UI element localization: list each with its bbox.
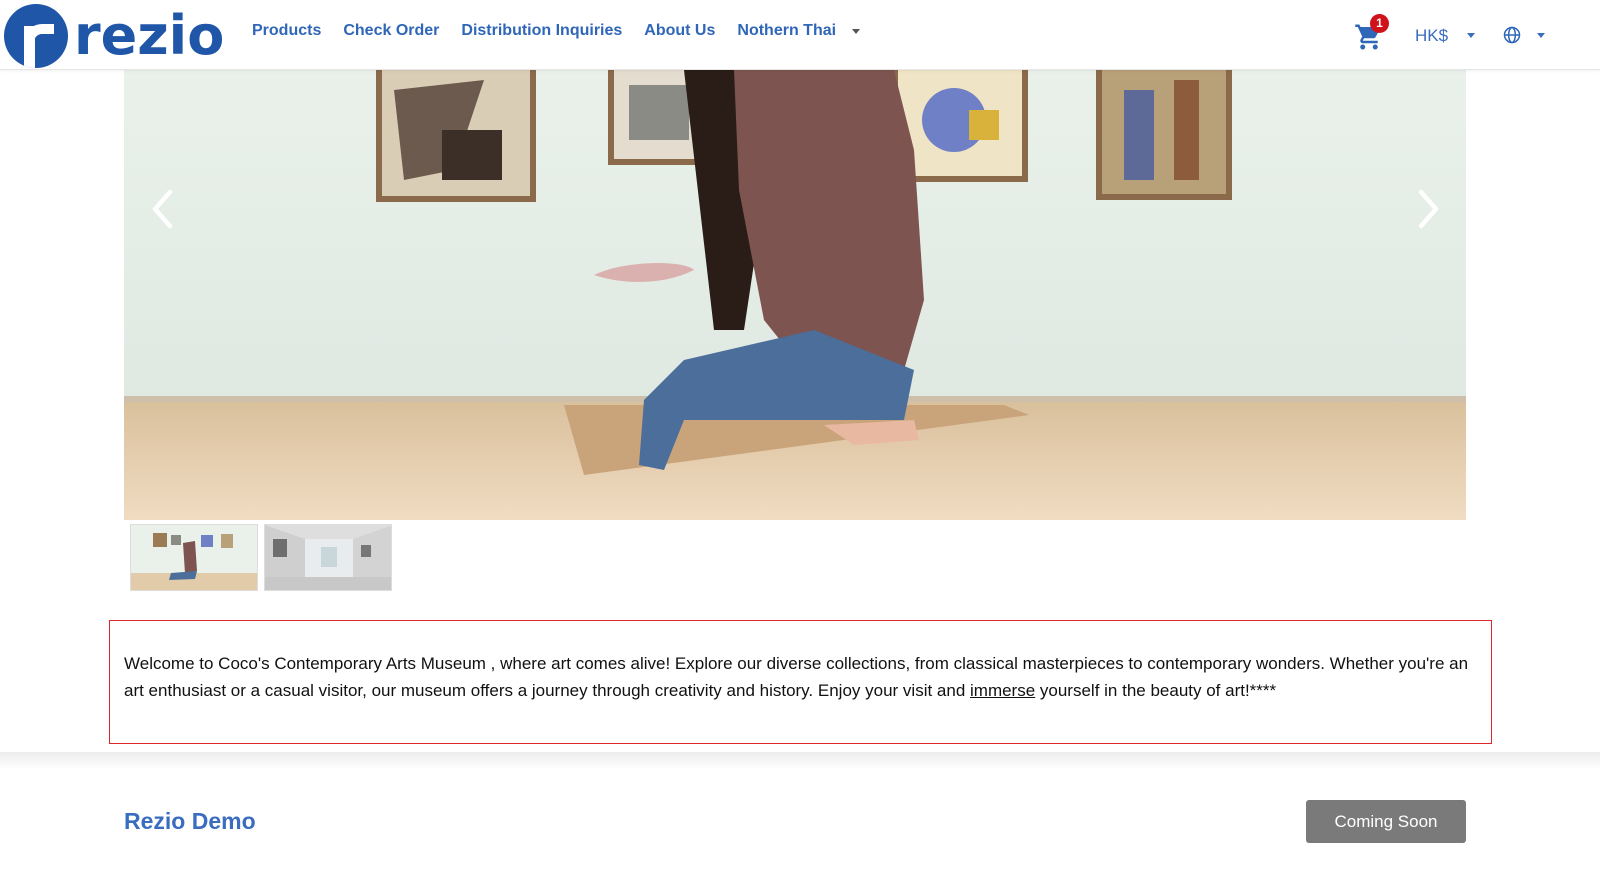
rezio-logo[interactable]: rezio	[4, 4, 224, 68]
thumbnail-2[interactable]	[264, 524, 392, 591]
currency-chevron-down-icon[interactable]	[1467, 33, 1475, 38]
gallery-thumbnails	[130, 524, 392, 591]
footer-divider	[0, 752, 1600, 770]
logo-text: rezio	[74, 4, 225, 67]
nav-nothern-thai[interactable]: Nothern Thai	[737, 22, 836, 40]
main-nav: Products Check Order Distribution Inquir…	[252, 22, 861, 40]
cart-count-badge: 1	[1370, 14, 1389, 33]
description-text: Welcome to Coco's Contemporary Arts Muse…	[124, 651, 1477, 704]
next-slide-chevron-right-icon[interactable]	[1408, 186, 1448, 232]
description-text-end: yourself in the beauty of art!****	[1035, 680, 1277, 700]
nav-products[interactable]: Products	[252, 22, 321, 40]
museum-photo	[124, 70, 1466, 520]
coming-soon-button[interactable]: Coming Soon	[1306, 800, 1466, 843]
currency-selector[interactable]: HK$	[1415, 26, 1448, 46]
nav-distribution-inquiries[interactable]: Distribution Inquiries	[461, 22, 622, 40]
logo-mark-icon	[4, 4, 68, 68]
top-header: rezio Products Check Order Distribution …	[0, 0, 1600, 70]
prev-slide-chevron-left-icon[interactable]	[143, 186, 183, 232]
product-description: Welcome to Coco's Contemporary Arts Muse…	[109, 620, 1492, 744]
globe-icon[interactable]	[1503, 26, 1521, 44]
footer-title: Rezio Demo	[124, 808, 256, 834]
nav-check-order[interactable]: Check Order	[343, 22, 439, 40]
nav-more-chevron-down-icon[interactable]	[852, 28, 861, 34]
nav-about-us[interactable]: About Us	[644, 22, 715, 40]
thumbnail-1[interactable]	[130, 524, 258, 591]
immerse-link[interactable]: immerse	[970, 681, 1035, 700]
hero-image	[124, 70, 1466, 520]
language-chevron-down-icon[interactable]	[1537, 33, 1545, 38]
